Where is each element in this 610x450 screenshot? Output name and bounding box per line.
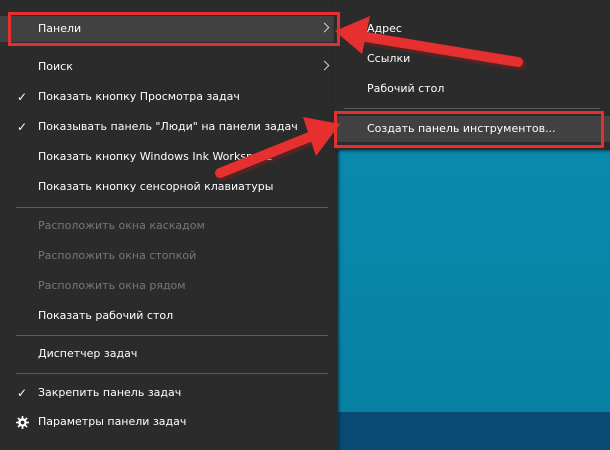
menu-item-cascade: Расположить окна каскадом xyxy=(0,213,338,239)
menu-item-task-manager[interactable]: Диспетчер задач xyxy=(0,341,338,367)
submenu-item-links[interactable]: Ссылки xyxy=(334,46,610,72)
menu-item-search[interactable]: Поиск xyxy=(0,54,338,80)
menu-item-show-people[interactable]: ✓ Показывать панель "Люди" на панели зад… xyxy=(0,114,338,140)
menu-separator xyxy=(16,207,328,208)
menu-item-side-by-side: Расположить окна рядом xyxy=(0,273,338,299)
gear-icon xyxy=(16,416,29,429)
menu-item-label: Показать рабочий стол xyxy=(38,309,174,322)
menu-item-label: Поиск xyxy=(38,60,73,73)
menu-item-label: Показать кнопку сенсорной клавиатуры xyxy=(38,180,274,193)
menu-item-label: Показать кнопку Windows Ink Workspace xyxy=(38,150,273,163)
menu-item-label: Показать кнопку Просмотра задач xyxy=(38,90,240,103)
menu-item-lock-taskbar[interactable]: ✓ Закрепить панель задач xyxy=(0,380,338,406)
menu-item-show-keyboard[interactable]: Показать кнопку сенсорной клавиатуры xyxy=(0,174,338,200)
submenu-item-address[interactable]: Адрес xyxy=(334,16,610,42)
menu-item-label: Ссылки xyxy=(367,52,411,65)
menu-item-label: Расположить окна стопкой xyxy=(38,249,197,262)
check-icon: ✓ xyxy=(17,120,28,134)
submenu-item-desktop[interactable]: Рабочий стол xyxy=(334,76,610,102)
highlight-box-new-toolbar xyxy=(334,111,604,148)
taskbar-context-menu: Панели Поиск ✓ Показать кнопку Просмотра… xyxy=(0,0,338,450)
menu-separator xyxy=(16,335,328,336)
menu-separator xyxy=(16,373,328,374)
menu-item-label: Диспетчер задач xyxy=(38,347,138,360)
menu-item-show-task-view[interactable]: ✓ Показать кнопку Просмотра задач xyxy=(0,84,338,110)
highlight-box-panels xyxy=(8,12,340,46)
check-icon: ✓ xyxy=(17,386,28,400)
menu-separator xyxy=(344,108,600,109)
menu-item-taskbar-settings[interactable]: Параметры панели задач xyxy=(0,409,338,435)
menu-item-stack: Расположить окна стопкой xyxy=(0,243,338,269)
menu-item-label: Показывать панель "Люди" на панели задач xyxy=(38,120,298,133)
menu-item-show-ink[interactable]: Показать кнопку Windows Ink Workspace xyxy=(0,144,338,170)
menu-item-label: Адрес xyxy=(367,22,402,35)
menu-item-label: Закрепить панель задач xyxy=(38,386,182,399)
menu-item-show-desktop[interactable]: Показать рабочий стол xyxy=(0,303,338,329)
menu-item-label: Рабочий стол xyxy=(367,82,445,95)
chevron-right-icon xyxy=(319,60,330,71)
menu-item-label: Расположить окна рядом xyxy=(38,279,186,292)
menu-item-label: Расположить окна каскадом xyxy=(38,219,205,232)
menu-item-label: Параметры панели задач xyxy=(38,415,187,428)
check-icon: ✓ xyxy=(17,90,28,104)
